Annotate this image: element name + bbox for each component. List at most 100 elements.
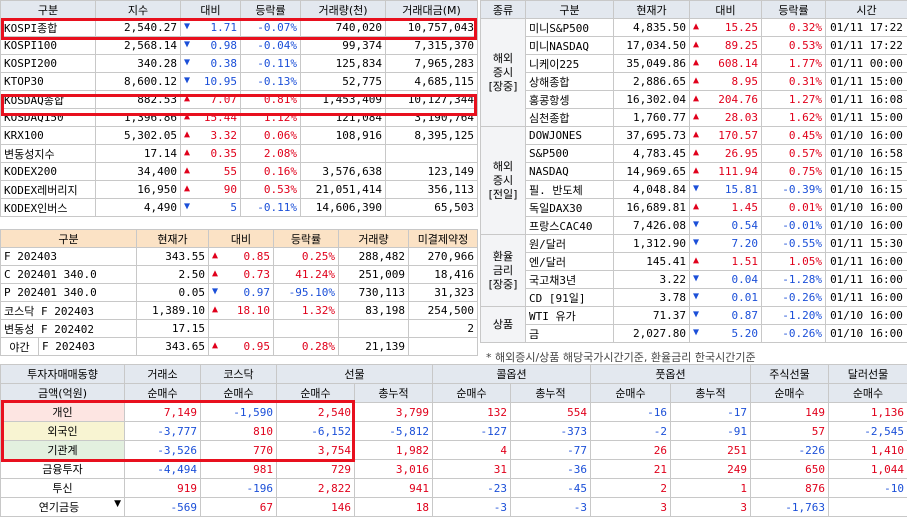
global-row[interactable]: NASDAQ14,969.65111.940.75%01/10 16:15 [481, 162, 907, 181]
index-row[interactable]: 변동성지수17.140.352.08% [0, 144, 478, 163]
market-name[interactable]: 엔/달러 [525, 252, 614, 271]
market-name[interactable]: DOWJONES [525, 126, 614, 145]
index-row[interactable]: KODEX20034,400550.16%3,576,638123,149 [0, 162, 478, 181]
index-name[interactable]: KOSDAQ종합 [0, 90, 96, 109]
timezone-note: * 해외증시/상품 해당국가시간기준, 환율금리 한국시간기준 [486, 351, 756, 364]
market-name[interactable]: NASDAQ [525, 162, 614, 181]
investor-row[interactable]: 투신 919 -196 2,822 941 -23 -45 2 1 876 -10 [0, 478, 907, 498]
market-price: 1,312.90 [613, 234, 690, 253]
investor-subheader: 순매수 [828, 383, 907, 403]
market-name[interactable]: CD [91일] [525, 288, 614, 307]
futures-name[interactable]: F 202403 [38, 337, 137, 356]
investor-value: 1,044 [828, 459, 907, 479]
global-row[interactable]: 심천종합1,760.7728.031.62%01/11 15:00 [481, 108, 907, 127]
index-row[interactable]: KODEX레버리지16,950900.53%21,051,414356,113 [0, 180, 478, 199]
index-row[interactable]: KOSPI종합2,540.271.71-0.07%740,02010,757,0… [0, 18, 478, 37]
index-row[interactable]: KOSPI1002,568.140.98-0.04%99,3747,315,37… [0, 36, 478, 55]
market-name[interactable]: 프랑스CAC40 [525, 216, 614, 235]
market-name[interactable]: WTI 유가 [525, 306, 614, 325]
index-row[interactable]: KTOP308,600.1210.95-0.13%52,7754,685,115 [0, 72, 478, 91]
investor-row[interactable]: 연기금등 ▼ -569 67 146 18 -3 -3 3 3 -1,763 [0, 497, 907, 517]
index-row[interactable]: KOSPI200340.280.38-0.11%125,8347,965,283 [0, 54, 478, 73]
index-amount: 7,315,370 [385, 36, 478, 55]
futures-volume: 83,198 [338, 301, 409, 320]
index-row[interactable]: KOSDAQ1501,396.8615.441.12%121,0843,190,… [0, 108, 478, 127]
futures-name[interactable]: C 202401 340.0 [0, 265, 137, 284]
investor-row[interactable]: 외국인 -3,777 810 -6,152 -5,812 -127 -373 -2 -91 57-… [0, 421, 907, 441]
investor-type[interactable]: 외국인 [0, 421, 125, 441]
market-name[interactable]: 상해종합 [525, 72, 614, 91]
global-row[interactable]: 환율 금리 [장중]원/달러1,312.907.20-0.55%01/11 15… [480, 234, 907, 307]
global-row[interactable]: 해외 증시 [전일]DOWJONES37,695.73170.570.45%01… [480, 126, 907, 235]
market-name[interactable]: S&P500 [525, 144, 614, 163]
dropdown-arrow-icon[interactable]: ▼ [114, 499, 121, 509]
investor-type[interactable]: 기관계 [0, 440, 125, 460]
market-name[interactable]: 니케이225 [525, 54, 614, 73]
futures-night-row[interactable]: 야간F 202403343.650.950.28%21,139 [0, 337, 478, 356]
market-name[interactable]: 원/달러 [525, 234, 614, 253]
futures-name[interactable]: F 202403 [0, 247, 137, 266]
market-name[interactable]: 미니NASDAQ [525, 36, 614, 55]
global-row[interactable]: 해외 증시 [장중]미니S&P5004,835.5015.250.32%01/1… [480, 18, 907, 127]
futures-name[interactable]: 변동성 F 202402 [0, 319, 137, 338]
index-row[interactable]: KOSDAQ종합882.537.070.81%1,453,40910,127,3… [0, 90, 478, 109]
index-volume: 1,453,409 [300, 90, 386, 109]
investor-value: -77 [510, 440, 591, 460]
investor-value: 26 [590, 440, 671, 460]
index-volume [300, 144, 386, 163]
column-header: 종류 [480, 0, 526, 19]
market-name[interactable]: 독일DAX30 [525, 198, 614, 217]
global-row[interactable]: 독일DAX3016,689.811.450.01%01/10 16:00 [481, 198, 907, 217]
futures-open-interest: 31,323 [408, 283, 478, 302]
futures-row[interactable]: 코스닥 F 2024031,389.1018.101.32%83,198254,… [0, 301, 478, 320]
market-name[interactable]: 필. 반도체 [525, 180, 614, 199]
global-row[interactable]: S&P5004,783.4526.950.57%01/10 16:58 [481, 144, 907, 163]
futures-row[interactable]: C 202401 340.02.500.7341.24%251,00918,41… [0, 265, 478, 284]
investor-type[interactable]: 금융투자 [0, 459, 125, 479]
index-name[interactable]: KOSPI종합 [0, 18, 96, 37]
futures-row[interactable]: P 202401 340.00.050.97-95.10%730,11331,3… [0, 283, 478, 302]
global-row[interactable]: 상해종합2,886.658.950.31%01/11 15:00 [481, 72, 907, 91]
market-change-rate: -0.39% [761, 180, 826, 199]
market-time: 01/10 16:00 [825, 126, 907, 145]
market-name[interactable]: 홍콩항셍 [525, 90, 614, 109]
futures-name[interactable]: 코스닥 F 202403 [0, 301, 137, 320]
market-name[interactable]: 국고채3년 [525, 270, 614, 289]
global-row[interactable]: 국고채3년3.220.04-1.28%01/11 16:00 [481, 270, 907, 289]
index-name[interactable]: KODEX레버리지 [0, 180, 96, 199]
market-name[interactable]: 심천종합 [525, 108, 614, 127]
global-row[interactable]: 엔/달러145.411.511.05%01/11 16:00 [481, 252, 907, 271]
investor-type[interactable]: 연기금등 ▼ [0, 497, 125, 517]
futures-row[interactable]: F 202403343.550.850.25%288,482270,966 [0, 247, 478, 266]
index-name[interactable]: KODEX200 [0, 162, 96, 181]
futures-change-rate: 0.25% [273, 247, 339, 266]
index-name[interactable]: KOSDAQ150 [0, 108, 96, 127]
column-header: 대비 [689, 0, 762, 19]
investor-type[interactable]: 개인 [0, 402, 125, 422]
market-name[interactable]: 미니S&P500 [525, 18, 614, 37]
investor-row[interactable]: 개인 7,149 -1,590 2,540 3,799 132 554 -16 -17 149 1,… [0, 402, 907, 422]
index-name[interactable]: KOSPI100 [0, 36, 96, 55]
investor-row[interactable]: 금융투자 -4,494 981 729 3,016 31 -36 21 249 650 1,044 [0, 459, 907, 479]
index-row[interactable]: KRX1005,302.053.320.06%108,9168,395,125 [0, 126, 478, 145]
global-row[interactable]: 홍콩항셍16,302.04204.761.27%01/11 16:08 [481, 90, 907, 109]
global-row[interactable]: CD [91일]3.780.01-0.26%01/11 16:00 [481, 288, 907, 307]
index-name[interactable]: 변동성지수 [0, 144, 96, 163]
global-row[interactable]: 프랑스CAC407,426.080.54-0.01%01/10 16:00 [481, 216, 907, 235]
futures-name[interactable]: P 202401 340.0 [0, 283, 137, 302]
index-name[interactable]: KTOP30 [0, 72, 96, 91]
index-name[interactable]: KODEX인버스 [0, 198, 96, 217]
index-row[interactable]: KODEX인버스4,4905-0.11%14,606,39065,503 [0, 198, 478, 217]
index-name[interactable]: KRX100 [0, 126, 96, 145]
investor-row[interactable]: 기관계 -3,526 770 3,754 1,982 4 -77 26 251 -226 1,410 [0, 440, 907, 460]
investor-type[interactable]: 투신 [0, 478, 125, 498]
global-row[interactable]: 미니NASDAQ17,034.5089.250.53%01/11 17:22 [481, 36, 907, 55]
futures-row[interactable]: 변동성 F 202402 17.15 2 [0, 319, 478, 338]
index-name[interactable]: KOSPI200 [0, 54, 96, 73]
global-row[interactable]: 필. 반도체4,048.8415.81-0.39%01/10 16:15 [481, 180, 907, 199]
market-name[interactable]: 금 [525, 324, 614, 343]
global-row[interactable]: 금2,027.805.20-0.26%01/10 16:00 [481, 324, 907, 343]
market-change-rate: 1.62% [761, 108, 826, 127]
global-row[interactable]: 상품WTI 유가71.370.87-1.20%01/10 16:00 [480, 306, 907, 343]
global-row[interactable]: 니케이22535,049.86608.141.77%01/11 00:00 [481, 54, 907, 73]
